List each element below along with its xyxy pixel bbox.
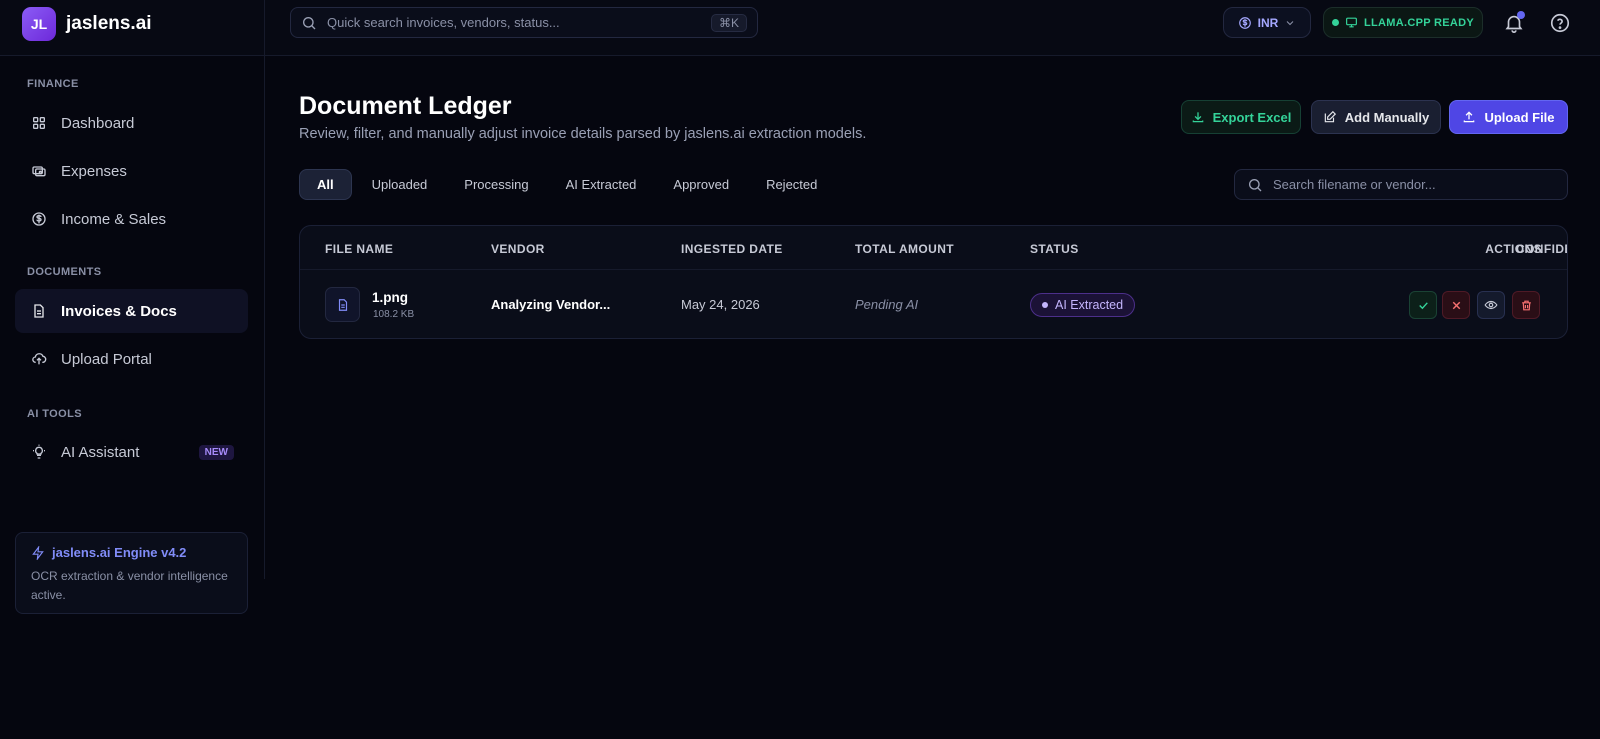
export-excel-button[interactable]: Export Excel (1181, 100, 1301, 134)
engine-status-label: LLAMA.CPP READY (1363, 16, 1475, 29)
engine-card-description: OCR extraction & vendor intelligence act… (31, 569, 228, 603)
sidebar-item-label: Upload Portal (61, 350, 152, 368)
sidebar-item-label: Income & Sales (61, 210, 167, 228)
tab-rejected[interactable]: Rejected (749, 169, 834, 200)
add-manually-label: Add Manually (1344, 109, 1430, 125)
sidebar-item-expenses[interactable]: Expenses (15, 149, 248, 193)
sidebar-item-upload-portal[interactable]: Upload Portal (15, 337, 248, 381)
close-icon (1452, 301, 1460, 309)
section-label-ai-tools: AI TOOLS (27, 408, 82, 420)
status-tabs: All Uploaded Processing AI Extracted App… (299, 169, 837, 200)
top-bar: JL jaslens.ai Quick search invoices, ven… (0, 0, 1600, 56)
column-header-status[interactable]: STATUS (1030, 242, 1079, 256)
brand[interactable]: JL jaslens.ai (22, 7, 152, 41)
engine-card-title: jaslens.ai Engine v4.2 (31, 545, 232, 560)
sidebar-item-label: Dashboard (61, 114, 135, 132)
engine-status-badge[interactable]: LLAMA.CPP READY (1323, 7, 1483, 38)
upload-icon (1464, 111, 1475, 123)
sidebar-item-invoices[interactable]: Invoices & Docs (15, 289, 248, 333)
edit-icon (1324, 110, 1336, 123)
cloud-upload-icon (32, 353, 47, 365)
document-icon (338, 298, 347, 311)
grid-icon (33, 117, 45, 129)
file-icon (325, 287, 360, 322)
approve-button[interactable] (1409, 291, 1437, 319)
dollar-circle-icon (1238, 16, 1251, 29)
filter-search-placeholder: Search filename or vendor... (1273, 177, 1436, 192)
tab-processing[interactable]: Processing (447, 169, 545, 200)
column-header-vendor[interactable]: VENDOR (491, 242, 545, 256)
tab-all[interactable]: All (299, 169, 352, 200)
status-badge: AI Extracted (1030, 293, 1136, 317)
sidebar-item-ai-assistant[interactable]: AI Assistant NEW (15, 430, 248, 474)
check-icon (1418, 301, 1428, 309)
section-label-finance: FINANCE (27, 78, 79, 90)
export-excel-label: Export Excel (1212, 109, 1292, 125)
currency-label: INR (1257, 15, 1279, 30)
sidebar-item-label: AI Assistant (61, 443, 140, 461)
upload-file-label: Upload File (1484, 109, 1555, 125)
status-dot (1331, 19, 1339, 26)
notification-dot (1517, 11, 1525, 19)
reject-button[interactable] (1442, 291, 1470, 319)
new-badge: NEW (198, 444, 234, 460)
column-header-date[interactable]: INGESTED DATE (681, 242, 783, 256)
vendor-cell: Analyzing Vendor... (491, 297, 611, 312)
delete-button[interactable] (1512, 291, 1540, 319)
monitor-icon (1346, 17, 1357, 28)
page-title: Document Ledger (299, 92, 512, 120)
help-icon[interactable] (1549, 12, 1571, 34)
table-row[interactable]: 1.png 108.2 KB Analyzing Vendor... May 2… (300, 271, 1567, 338)
search-shortcut-hint: ⌘K (710, 13, 747, 32)
wallet-icon (32, 166, 46, 177)
date-cell: May 24, 2026 (681, 297, 760, 312)
currency-selector[interactable]: INR (1223, 7, 1311, 38)
section-label-documents: DOCUMENTS (27, 266, 102, 278)
global-search-placeholder: Quick search invoices, vendors, status..… (327, 15, 560, 30)
chevron-down-icon (1286, 20, 1294, 25)
dollar-circle-icon (32, 212, 46, 226)
document-icon (34, 304, 44, 318)
engine-info-card: jaslens.ai Engine v4.2 OCR extraction & … (15, 532, 248, 614)
sidebar-item-income[interactable]: Income & Sales (15, 197, 248, 241)
brand-name: jaslens.ai (66, 13, 152, 34)
trash-icon (1521, 300, 1531, 310)
sidebar-item-dashboard[interactable]: Dashboard (15, 101, 248, 145)
tab-ai-extracted[interactable]: AI Extracted (549, 169, 654, 200)
add-manually-button[interactable]: Add Manually (1311, 100, 1441, 134)
document-table: FILE NAME VENDOR INGESTED DATE TOTAL AMO… (299, 225, 1568, 339)
column-header-amount[interactable]: TOTAL AMOUNT (855, 242, 954, 256)
upload-file-button[interactable]: Upload File (1449, 100, 1568, 134)
lightning-icon (32, 545, 44, 560)
sidebar: FINANCE Dashboard Expenses Income & Sale… (0, 56, 265, 614)
topbar-divider (264, 0, 265, 56)
view-button[interactable] (1477, 291, 1505, 319)
search-icon (303, 16, 316, 29)
engine-card-title-text: jaslens.ai Engine v4.2 (52, 545, 187, 560)
page-subtitle: Review, filter, and manually adjust invo… (299, 126, 867, 142)
amount-cell: Pending AI (855, 297, 919, 312)
column-header-actions: ACTIONS (1485, 242, 1542, 256)
tab-uploaded[interactable]: Uploaded (355, 169, 445, 200)
brand-logo: JL (22, 7, 56, 41)
download-icon (1192, 112, 1203, 123)
file-name[interactable]: 1.png (372, 290, 408, 305)
column-header-file-name[interactable]: FILE NAME (325, 242, 393, 256)
filter-search-input[interactable]: Search filename or vendor... (1234, 169, 1568, 200)
status-label: AI Extracted (1055, 298, 1124, 312)
global-search-input[interactable]: Quick search invoices, vendors, status..… (290, 7, 758, 38)
table-header: FILE NAME VENDOR INGESTED DATE TOTAL AMO… (300, 226, 1567, 270)
tab-approved[interactable]: Approved (656, 169, 746, 200)
eye-icon (1484, 300, 1498, 310)
search-icon (1249, 178, 1262, 191)
status-dot (1042, 302, 1048, 308)
sidebar-item-label: Invoices & Docs (61, 302, 177, 320)
lightbulb-icon (33, 444, 45, 459)
sidebar-item-label: Expenses (61, 162, 127, 180)
file-size: 108.2 KB (373, 309, 415, 320)
